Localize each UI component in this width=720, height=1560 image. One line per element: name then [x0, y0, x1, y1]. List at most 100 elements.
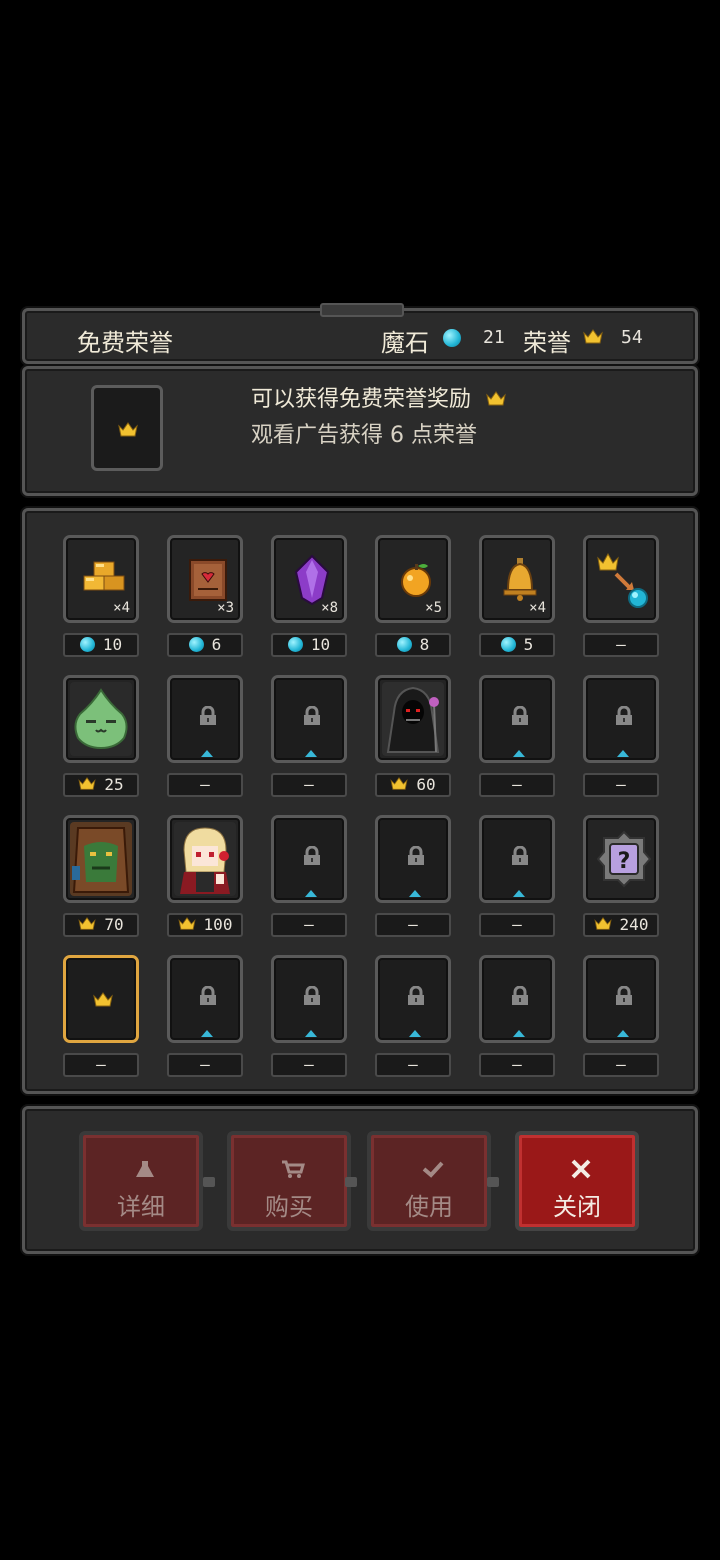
grid-cell[interactable]: ×5 8: [375, 535, 453, 663]
grid-cell[interactable]: —: [479, 815, 557, 943]
grid-cell[interactable]: 100: [167, 815, 245, 943]
item-slot[interactable]: [167, 815, 243, 903]
item-price: —: [583, 633, 659, 657]
grid-cell[interactable]: —: [271, 675, 349, 803]
locked-slot[interactable]: [167, 955, 243, 1043]
locked-slot[interactable]: [479, 675, 555, 763]
locked-slot[interactable]: [583, 675, 659, 763]
crown-icon: [177, 917, 196, 931]
locked-slot[interactable]: [479, 815, 555, 903]
grid-cell[interactable]: ×8 10: [271, 535, 349, 663]
grid-cell[interactable]: —: [271, 815, 349, 943]
use-button-label: 使用: [405, 1193, 453, 1221]
locked-slot[interactable]: [583, 955, 659, 1043]
crown-icon: [78, 917, 96, 931]
grid-cell[interactable]: ×4 10: [63, 535, 141, 663]
grid-cell[interactable]: 60: [375, 675, 453, 803]
grid-cell[interactable]: ×4 5: [479, 535, 557, 663]
info-title-text: 可以获得免费荣誉奖励: [251, 387, 472, 412]
locked-slot[interactable]: [479, 955, 555, 1043]
use-button[interactable]: 使用: [367, 1131, 491, 1231]
crown-icon: [93, 992, 113, 1008]
page-title: 免费荣誉: [77, 329, 173, 357]
lock-icon: [197, 705, 219, 726]
item-count: ×5: [425, 600, 442, 616]
price-value: 8: [419, 635, 430, 654]
locked-slot[interactable]: [375, 955, 451, 1043]
crown-icon: [593, 917, 612, 931]
price-value: 25: [104, 775, 124, 794]
grid-cell[interactable]: —: [375, 955, 453, 1083]
grid-cell[interactable]: ×3 6: [167, 535, 245, 663]
grid-cell[interactable]: —: [375, 815, 453, 943]
grid-cell[interactable]: —: [583, 535, 661, 663]
grid-cell[interactable]: ? 240: [583, 815, 661, 943]
item-slot[interactable]: ×3: [167, 535, 243, 623]
unlock-hint-arrow: [201, 1030, 213, 1037]
cart-icon: [281, 1159, 305, 1179]
item-slot[interactable]: ×4: [63, 535, 139, 623]
locked-slot[interactable]: [271, 675, 347, 763]
item-slot[interactable]: [63, 675, 139, 763]
item-price: 5: [479, 633, 555, 657]
locked-slot[interactable]: [167, 675, 243, 763]
locked-slot[interactable]: [375, 815, 451, 903]
flask-icon: [133, 1159, 157, 1179]
lock-icon: [613, 985, 635, 1006]
grid-cell[interactable]: —: [583, 675, 661, 803]
selected-item-slot[interactable]: [63, 955, 139, 1043]
grid-cell[interactable]: —: [167, 955, 245, 1083]
close-icon: [569, 1159, 593, 1179]
price-value: 100: [203, 915, 233, 934]
item-slot[interactable]: ×8: [271, 535, 347, 623]
lock-icon: [301, 845, 323, 866]
grid-cell[interactable]: —: [479, 675, 557, 803]
grid-cell[interactable]: 70: [63, 815, 141, 943]
item-slot[interactable]: [583, 535, 659, 623]
mystery-question-icon: ?: [596, 830, 652, 888]
unlock-hint-arrow: [201, 750, 213, 757]
close-button[interactable]: 关闭: [515, 1131, 639, 1231]
grid-cell[interactable]: —: [583, 955, 661, 1083]
unlock-hint-arrow: [305, 1030, 317, 1037]
item-slot[interactable]: ?: [583, 815, 659, 903]
detail-button[interactable]: 详细: [79, 1131, 203, 1231]
item-price: 70: [63, 913, 139, 937]
item-price: —: [583, 1053, 659, 1077]
buy-button[interactable]: 购买: [227, 1131, 351, 1231]
item-price: 10: [63, 633, 139, 657]
grid-cell[interactable]: —: [63, 955, 141, 1083]
unlock-hint-arrow: [513, 750, 525, 757]
price-value: 240: [619, 915, 649, 934]
honor-crown-icon: [583, 329, 603, 345]
price-value: 60: [416, 775, 436, 794]
item-price: —: [375, 1053, 451, 1077]
locked-slot[interactable]: [271, 955, 347, 1043]
item-price: 25: [63, 773, 139, 797]
gem-icon: [500, 637, 516, 652]
price-value: 5: [523, 635, 534, 654]
close-button-label: 关闭: [553, 1193, 601, 1221]
button-connector: [203, 1177, 215, 1187]
unlock-hint-arrow: [305, 750, 317, 757]
item-slot[interactable]: [375, 675, 451, 763]
locked-slot[interactable]: [271, 815, 347, 903]
item-price: —: [375, 913, 451, 937]
grid-cell[interactable]: 25: [63, 675, 141, 803]
green-slime-portrait: [70, 682, 132, 756]
info-description: 观看广告获得 6 点荣誉: [251, 423, 477, 448]
unlock-hint-arrow: [513, 1030, 525, 1037]
grid-cell[interactable]: —: [479, 955, 557, 1083]
title-bar: 免费荣誉 魔石 21 荣誉 54: [22, 303, 698, 364]
item-slot[interactable]: [63, 815, 139, 903]
item-price: 60: [375, 773, 451, 797]
item-count: ×4: [113, 600, 130, 616]
magic-stone-label: 魔石: [381, 329, 429, 357]
magic-stone-icon: [443, 329, 461, 347]
item-slot[interactable]: ×5: [375, 535, 451, 623]
item-slot[interactable]: ×4: [479, 535, 555, 623]
grid-cell[interactable]: —: [167, 675, 245, 803]
grid-cell[interactable]: —: [271, 955, 349, 1083]
item-price: 8: [375, 633, 451, 657]
item-price: —: [479, 773, 555, 797]
